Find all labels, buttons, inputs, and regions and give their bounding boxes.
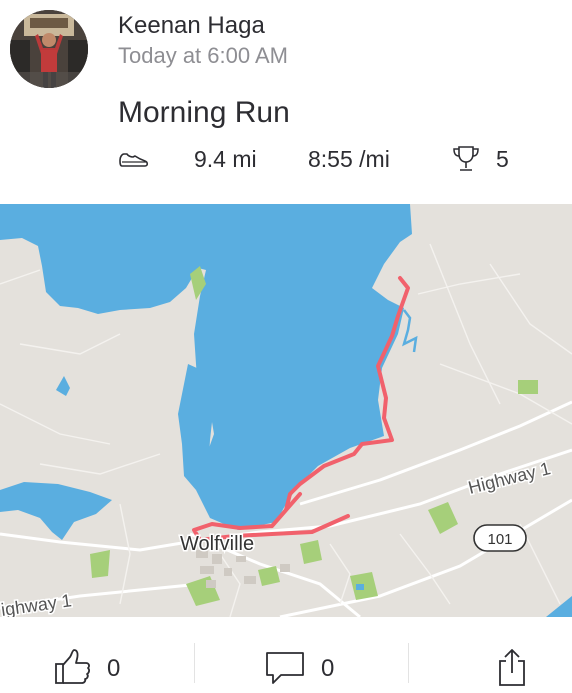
comment-icon [265,651,305,690]
trophy-icon [452,144,480,179]
athlete-name[interactable]: Keenan Haga [118,12,265,40]
map-label-town: Wolfville [180,533,254,555]
route-shield-label: 101 [487,531,512,548]
pace-value: 8:55 /mi [308,146,390,172]
distance-value: 9.4 mi [194,146,257,172]
kudos-button[interactable]: 0 [0,617,194,693]
activity-timestamp: Today at 6:00 AM [118,43,288,68]
thumbs-up-icon [52,647,92,692]
activity-actions: 0 0 [0,617,572,693]
share-icon [497,647,527,692]
comment-button[interactable]: 0 [195,617,408,693]
activity-title[interactable]: Morning Run [118,96,290,130]
map-pond [356,584,364,590]
kudos-count: 0 [107,655,121,682]
comment-count: 0 [321,655,335,682]
share-button[interactable] [409,617,572,693]
achievements-count: 5 [496,146,509,172]
route-shield-101: 101 [473,524,527,552]
route-map[interactable]: Wolfville Highway 1 ighway 1 101 [0,204,572,617]
activity-stats: 9.4 mi 8:55 /mi 5 [118,144,558,176]
shoe-icon [118,148,150,175]
athlete-avatar[interactable] [10,10,88,88]
avatar-photo [10,10,88,88]
